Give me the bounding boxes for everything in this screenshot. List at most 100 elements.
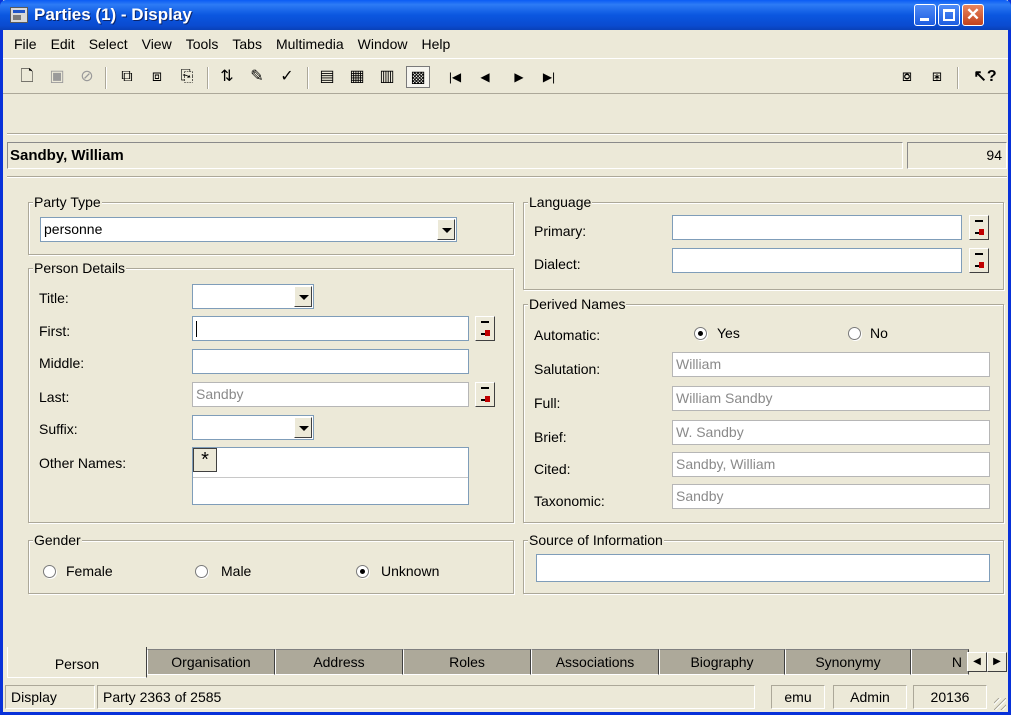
new-row-marker[interactable]: * <box>193 448 217 472</box>
first-label: First: <box>39 323 71 339</box>
gender-female-label[interactable]: Female <box>66 563 113 579</box>
menu-tools[interactable]: Tools <box>179 36 226 52</box>
maximize-button[interactable] <box>938 4 960 26</box>
last-record-icon[interactable]: ▶| <box>537 66 561 88</box>
menu-select[interactable]: Select <box>82 36 135 52</box>
middle-name-field[interactable] <box>192 349 469 374</box>
suffix-select[interactable] <box>192 415 314 440</box>
tab-overflow[interactable]: N <box>911 649 969 675</box>
menu-multimedia[interactable]: Multimedia <box>269 36 351 52</box>
menu-file[interactable]: File <box>7 36 44 52</box>
first-record-icon[interactable]: |◀ <box>443 66 467 88</box>
search-icon[interactable]: ⧉ <box>115 66 139 88</box>
last-name-field[interactable]: Sandby <box>192 382 469 407</box>
source-field[interactable] <box>536 554 990 582</box>
sort-icon[interactable]: ⇅ <box>215 66 239 88</box>
tab-scroll-right-icon[interactable]: ▶ <box>987 652 1007 672</box>
new-record-icon[interactable]: 🗋 <box>15 66 39 88</box>
resize-grip-icon[interactable] <box>994 698 1006 710</box>
display-view-icon[interactable]: ▩ <box>406 66 430 88</box>
menu-tabs[interactable]: Tabs <box>225 36 269 52</box>
tab-roles[interactable]: Roles <box>403 649 531 675</box>
title-bar[interactable]: Parties (1) - Display ✕ <box>0 0 1011 30</box>
gender-male-label[interactable]: Male <box>221 563 251 579</box>
text-cursor <box>196 321 197 337</box>
tab-address[interactable]: Address <box>275 649 403 675</box>
tab-organisation[interactable]: Organisation <box>147 649 275 675</box>
automatic-label: Automatic: <box>534 327 601 343</box>
suffix-label: Suffix: <box>39 421 78 437</box>
next-record-icon[interactable]: ▶ <box>507 66 531 88</box>
dialect-lookup-icon[interactable] <box>969 248 989 273</box>
list-view-icon[interactable]: ▦ <box>345 66 369 88</box>
automatic-no-label[interactable]: No <box>870 325 888 341</box>
close-button[interactable]: ✕ <box>962 4 984 26</box>
primary-label: Primary: <box>534 223 587 239</box>
menu-edit[interactable]: Edit <box>44 36 82 52</box>
application-window: Parties (1) - Display ✕ File Edit Select… <box>0 0 1011 715</box>
menu-view[interactable]: View <box>135 36 179 52</box>
person-details-legend: Person Details <box>33 260 127 276</box>
last-label: Last: <box>39 389 70 405</box>
tab-scroll-left-icon[interactable]: ◀ <box>967 652 987 672</box>
minimize-button[interactable] <box>914 4 936 26</box>
edit-icon[interactable]: ✎ <box>245 66 269 88</box>
primary-language-field[interactable] <box>672 215 962 240</box>
gender-legend: Gender <box>33 532 82 548</box>
status-user: emu <box>771 685 825 709</box>
record-title: Sandby, William <box>7 142 903 169</box>
dialect-field[interactable] <box>672 248 962 273</box>
report-icon[interactable]: ⎘ <box>175 66 199 88</box>
title-select[interactable] <box>192 284 314 309</box>
gender-female-radio[interactable] <box>43 565 56 578</box>
spellcheck-icon[interactable]: ✓ <box>275 66 299 88</box>
taxonomic-name-field[interactable]: Sandby <box>672 484 990 509</box>
toolbar-separator <box>307 67 309 89</box>
primary-language-lookup-icon[interactable] <box>969 215 989 240</box>
menu-help[interactable]: Help <box>414 36 457 52</box>
previous-record-icon[interactable]: ◀ <box>473 66 497 88</box>
taxonomic-label: Taxonomic: <box>534 493 605 509</box>
save-icon[interactable]: ▣ <box>45 66 69 88</box>
gender-unknown-label[interactable]: Unknown <box>381 563 439 579</box>
gender-male-radio[interactable] <box>195 565 208 578</box>
details-view-icon[interactable]: ▤ <box>315 66 339 88</box>
automatic-no-radio[interactable] <box>848 327 861 340</box>
divider <box>7 176 1007 178</box>
toolbar-separator <box>957 67 959 89</box>
title-label: Title: <box>39 290 69 306</box>
brief-name-value: W. Sandby <box>676 424 744 440</box>
full-name-field[interactable]: William Sandby <box>672 386 990 411</box>
brief-name-field[interactable]: W. Sandby <box>672 420 990 445</box>
tab-associations[interactable]: Associations <box>531 649 659 675</box>
help-pointer-icon[interactable]: ↖? <box>973 66 997 88</box>
find-icon[interactable]: ⧈ <box>145 66 169 88</box>
language-legend: Language <box>528 194 593 210</box>
tab-biography[interactable]: Biography <box>659 649 785 675</box>
salutation-field[interactable]: William <box>672 352 990 377</box>
chevron-down-icon[interactable] <box>437 219 455 240</box>
gender-unknown-radio[interactable] <box>356 565 369 578</box>
party-type-select[interactable]: personne <box>40 217 457 242</box>
page-view-icon[interactable]: ▥ <box>375 66 399 88</box>
cancel-icon[interactable]: ⊘ <box>75 66 99 88</box>
chevron-down-icon[interactable] <box>294 286 312 307</box>
app-icon[interactable] <box>10 7 28 23</box>
cited-name-field[interactable]: Sandby, William <box>672 452 990 477</box>
first-name-lookup-icon[interactable] <box>475 316 495 341</box>
first-name-field[interactable] <box>192 316 469 341</box>
gender-group: Gender Female Male Unknown <box>28 532 514 594</box>
chevron-down-icon[interactable] <box>294 417 312 438</box>
automatic-yes-label[interactable]: Yes <box>717 325 740 341</box>
attach-icon[interactable]: ⧇ <box>895 66 919 88</box>
derived-names-legend: Derived Names <box>528 296 627 312</box>
tab-synonymy[interactable]: Synonymy <box>785 649 911 675</box>
other-names-grid[interactable]: * <box>192 447 469 505</box>
toolbar: 🗋 ▣ ⊘ ⧉ ⧈ ⎘ ⇅ ✎ ✓ ▤ ▦ ▥ ▩ |◀ ◀ ▶ ▶| ⧇ ⧆ … <box>3 58 1008 94</box>
menu-window[interactable]: Window <box>351 36 415 52</box>
automatic-yes-radio[interactable] <box>694 327 707 340</box>
tab-person[interactable]: Person <box>7 647 147 678</box>
copy-icon[interactable]: ⧆ <box>925 66 949 88</box>
close-icon: ✕ <box>965 5 981 24</box>
last-name-lookup-icon[interactable] <box>475 382 495 407</box>
